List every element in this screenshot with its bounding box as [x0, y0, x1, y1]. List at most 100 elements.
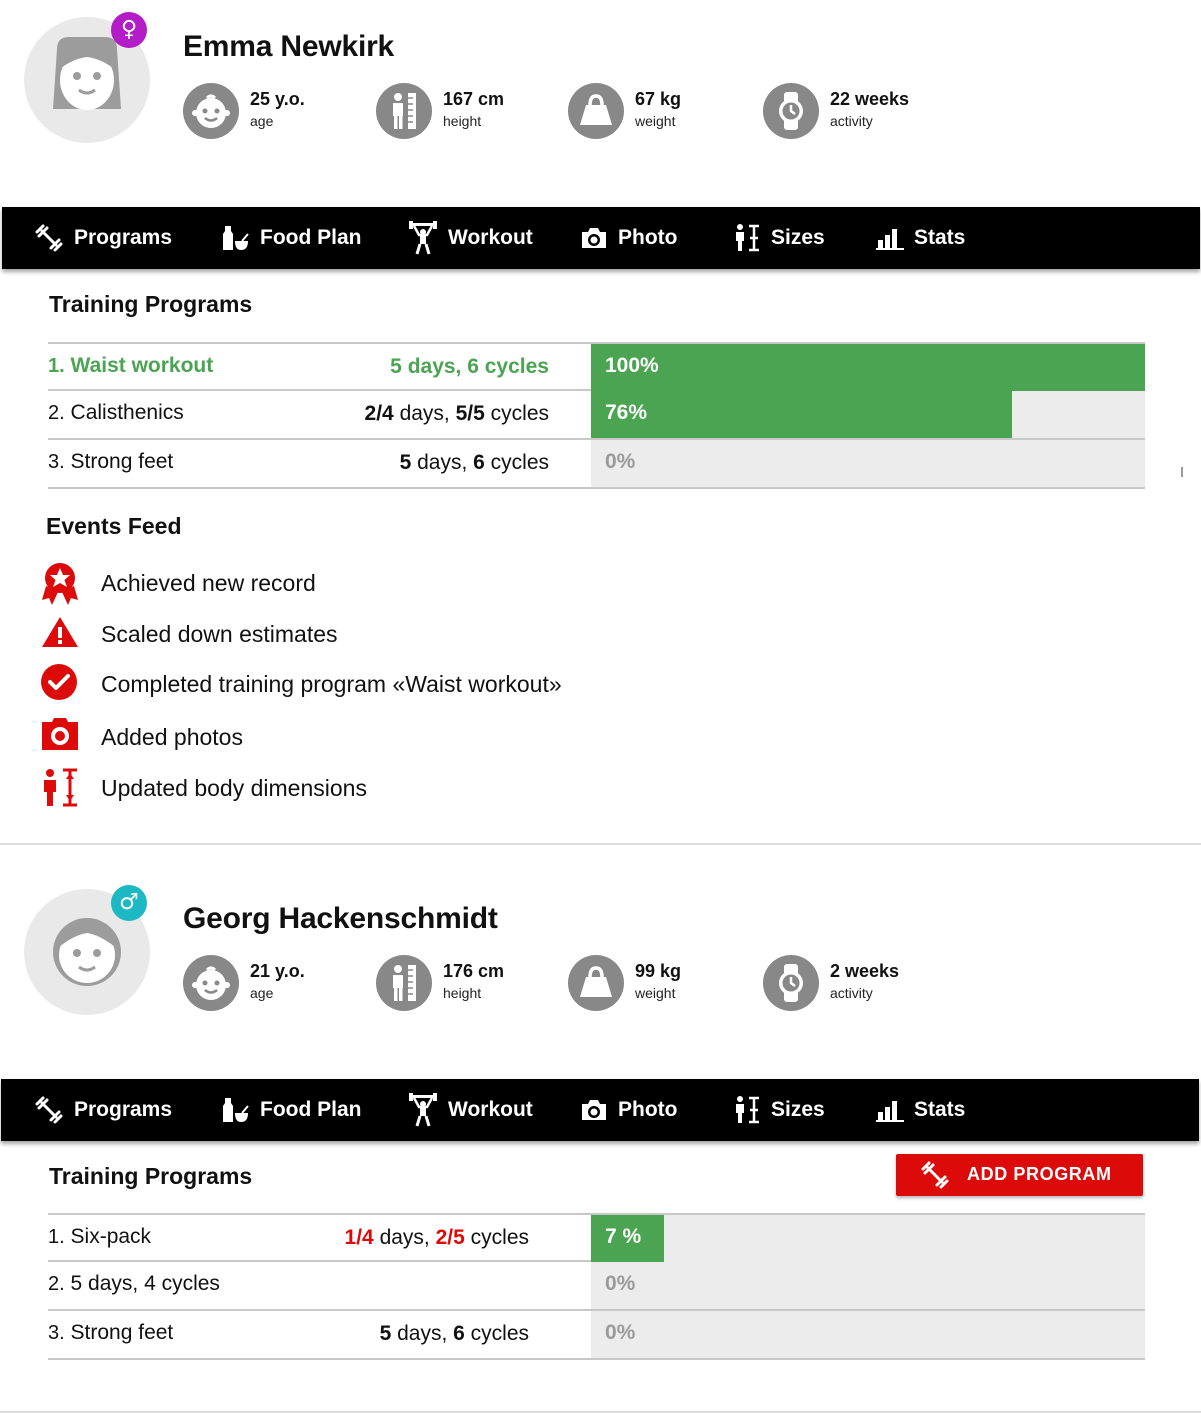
- stat-label: height: [443, 985, 482, 1001]
- nav-label: Stats: [914, 226, 966, 249]
- nav-workout[interactable]: Workout: [408, 207, 533, 269]
- progress-bar: 76%: [591, 391, 1145, 438]
- nav-sizes[interactable]: Sizes: [733, 1079, 825, 1141]
- event-text: Completed training program «Waist workou…: [101, 671, 562, 697]
- program-days-text: days,: [391, 1322, 454, 1345]
- profile-card-emma: ♀ Emma Newkirk 25 y.o. age 167 cm height…: [0, 0, 1201, 845]
- program-number: 1.: [48, 1226, 65, 1248]
- program-row[interactable]: 2. Calisthenics 2/4 days, 5/5 cycles 76%: [48, 391, 1145, 440]
- baby-face-icon: [183, 955, 239, 1011]
- bar-chart-icon: [876, 1101, 904, 1122]
- program-cycles-text: cycles: [484, 402, 549, 425]
- profile-name: Emma Newkirk: [183, 30, 395, 63]
- stat-value: 176 cm: [443, 961, 505, 981]
- training-programs-title: Training Programs: [49, 1163, 253, 1189]
- profile-nav: Programs Food Plan Workout Photo Sizes S…: [1, 1079, 1199, 1141]
- program-name: 2. Calisthenics: [48, 401, 184, 425]
- program-name: 3. Strong feet: [48, 1321, 173, 1345]
- nav-label: Food Plan: [260, 226, 362, 249]
- program-row[interactable]: 1. Six-pack 1/4 days, 2/5 cycles 7 %: [48, 1213, 1145, 1262]
- program-cycles-text: cycles: [464, 1322, 529, 1345]
- progress-percent: 0%: [605, 450, 636, 473]
- program-number: 3.: [48, 451, 65, 473]
- program-number: 3.: [48, 1322, 65, 1344]
- program-schedule: 5 days, 6 cycles: [400, 451, 549, 475]
- add-program-button[interactable]: ADD PROGRAM: [896, 1154, 1143, 1196]
- nav-label: Photo: [618, 1098, 678, 1121]
- nav-label: Workout: [448, 226, 533, 249]
- stat-label: activity: [830, 113, 873, 129]
- program-name: 2. 5 days, 4 cycles: [48, 1272, 220, 1296]
- program-days: 1/4: [344, 1226, 374, 1249]
- progress-fill: [591, 344, 1145, 391]
- baby-face-icon: [183, 83, 239, 139]
- event-text: Added photos: [101, 724, 243, 750]
- dumbbell-icon: [35, 224, 63, 252]
- program-name: 1. Six-pack: [48, 1225, 151, 1249]
- body-size-icon: [736, 224, 759, 252]
- stat-value: 21 y.o.: [250, 961, 305, 981]
- program-row[interactable]: 2. 5 days, 4 cycles 0%: [48, 1262, 1145, 1311]
- body-dimensions-icon: [44, 768, 77, 807]
- scroll-indicator[interactable]: [1181, 467, 1183, 477]
- program-name: 1. Waist workout: [48, 354, 213, 378]
- program-number: 2.: [48, 402, 65, 424]
- progress-percent: 7 %: [605, 1225, 642, 1248]
- nav-sizes[interactable]: Sizes: [733, 207, 825, 269]
- nav-label: Programs: [74, 1098, 173, 1121]
- nav-programs[interactable]: Programs: [34, 1079, 172, 1141]
- height-ruler-icon: [376, 83, 432, 139]
- add-program-label: ADD PROGRAM: [967, 1164, 1112, 1184]
- profile-card-georg: ♂ Georg Hackenschmidt 21 y.o. age 176 cm…: [0, 870, 1201, 1413]
- program-days-text: days,: [411, 451, 474, 474]
- nav-label: Sizes: [771, 1098, 825, 1121]
- program-row[interactable]: 3. Strong feet 5 days, 6 cycles 0%: [48, 440, 1145, 489]
- stat-value: 67 kg: [635, 89, 682, 109]
- programs-table: 1. Waist workout 5 days, 6 cycles 100% 2…: [48, 342, 1145, 489]
- nav-workout[interactable]: Workout: [408, 1079, 533, 1141]
- program-title: Strong feet: [70, 1321, 174, 1344]
- check-circle-icon: [41, 664, 77, 700]
- program-days: 5: [390, 355, 402, 378]
- program-row[interactable]: 3. Strong feet 5 days, 6 cycles 0%: [48, 1311, 1145, 1360]
- weightlifter-icon: [409, 221, 437, 255]
- nav-food-plan[interactable]: Food Plan: [220, 1079, 362, 1141]
- program-cycles: 2/5: [435, 1226, 465, 1249]
- programs-table: 1. Six-pack 1/4 days, 2/5 cycles 7 % 2. …: [48, 1213, 1145, 1360]
- program-number: 1.: [48, 355, 65, 377]
- stat-label: activity: [830, 985, 873, 1001]
- progress-bar: 0%: [591, 1262, 1145, 1309]
- program-days-text: days,: [401, 355, 468, 378]
- program-number: 2.: [48, 1273, 65, 1295]
- food-icon: [223, 1098, 249, 1122]
- program-row[interactable]: 1. Waist workout 5 days, 6 cycles 100%: [48, 342, 1145, 391]
- stat-value: 167 cm: [443, 89, 505, 109]
- height-ruler-icon: [376, 955, 432, 1011]
- program-schedule: 5 days, 6 cycles: [380, 1322, 529, 1346]
- stat-value: 25 y.o.: [250, 89, 305, 109]
- nav-stats[interactable]: Stats: [876, 1079, 965, 1141]
- weightlifter-icon: [409, 1093, 437, 1127]
- progress-bar: 100%: [591, 344, 1145, 391]
- food-icon: [223, 226, 249, 250]
- program-cycles: 6: [473, 451, 485, 474]
- nav-label: Stats: [914, 1098, 966, 1121]
- watch-icon: [763, 83, 819, 139]
- program-days-text: days,: [373, 1226, 436, 1249]
- progress-bar: 0%: [591, 440, 1145, 487]
- nav-food-plan[interactable]: Food Plan: [220, 207, 362, 269]
- nav-label: Programs: [74, 226, 173, 249]
- male-gender-icon: ♂: [111, 885, 147, 921]
- progress-percent: 0%: [605, 1321, 636, 1344]
- bar-chart-icon: [876, 229, 904, 250]
- progress-percent: 0%: [605, 1272, 636, 1295]
- nav-stats[interactable]: Stats: [876, 207, 965, 269]
- profile-nav: Programs Food Plan Workout Photo Sizes S…: [2, 207, 1200, 269]
- program-days: 5: [379, 1322, 392, 1345]
- program-cycles-text: cycles: [478, 355, 549, 378]
- nav-photo[interactable]: Photo: [580, 207, 677, 269]
- nav-programs[interactable]: Programs: [34, 207, 172, 269]
- nav-label: Workout: [448, 1098, 533, 1121]
- stat-label: age: [250, 985, 274, 1001]
- nav-photo[interactable]: Photo: [580, 1079, 677, 1141]
